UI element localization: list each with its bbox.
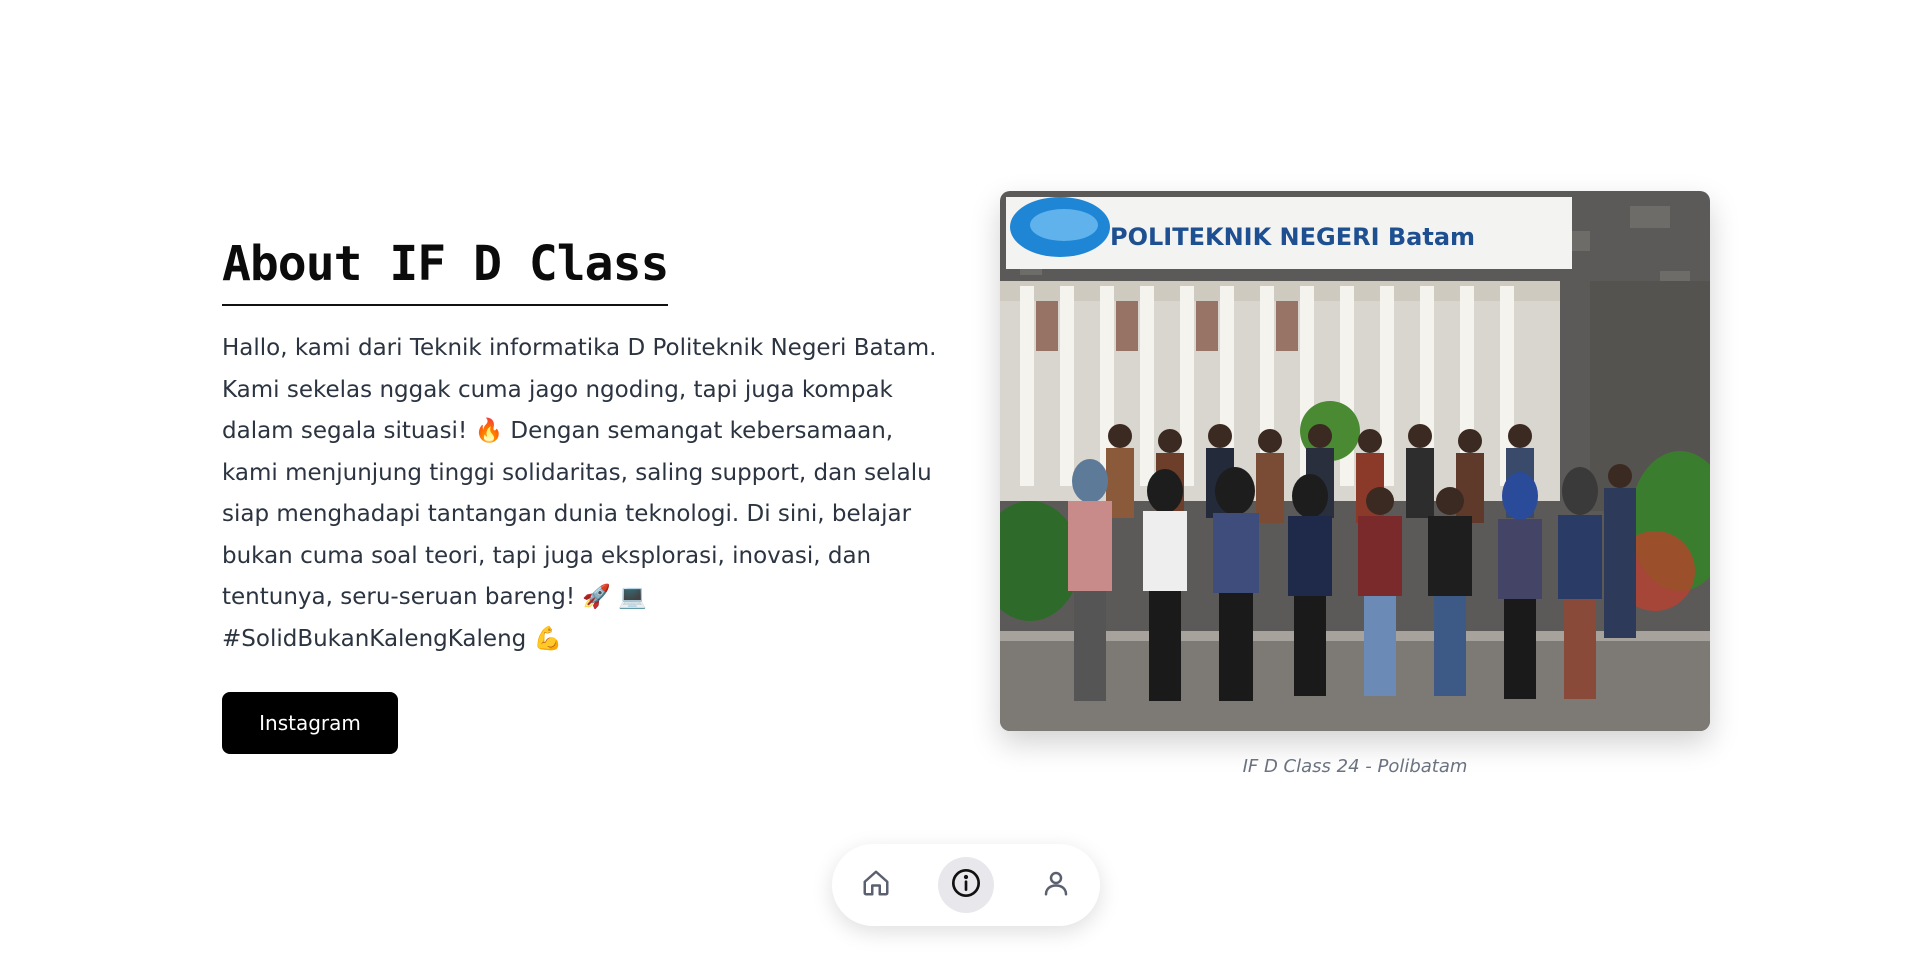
instagram-button[interactable]: Instagram — [222, 692, 398, 754]
about-page: About IF D Class Hallo, kami dari Teknik… — [0, 0, 1920, 967]
sign-text: POLITEKNIK NEGERI Batam — [1110, 223, 1475, 251]
home-icon — [861, 868, 891, 902]
page-title: About IF D Class — [222, 232, 669, 306]
about-description: Hallo, kami dari Teknik informatika D Po… — [222, 335, 937, 652]
class-photo: POLITEKNIK NEGERI Batam — [1000, 191, 1710, 731]
nav-about-button[interactable] — [938, 857, 994, 913]
info-icon — [950, 867, 982, 903]
about-section: About IF D Class Hallo, kami dari Teknik… — [222, 232, 936, 754]
nav-home-button[interactable] — [848, 857, 904, 913]
user-icon — [1041, 868, 1071, 902]
nav-profile-button[interactable] — [1028, 857, 1084, 913]
photo-caption: IF D Class 24 - Polibatam — [1242, 756, 1468, 777]
bottom-nav-dock — [832, 844, 1100, 926]
